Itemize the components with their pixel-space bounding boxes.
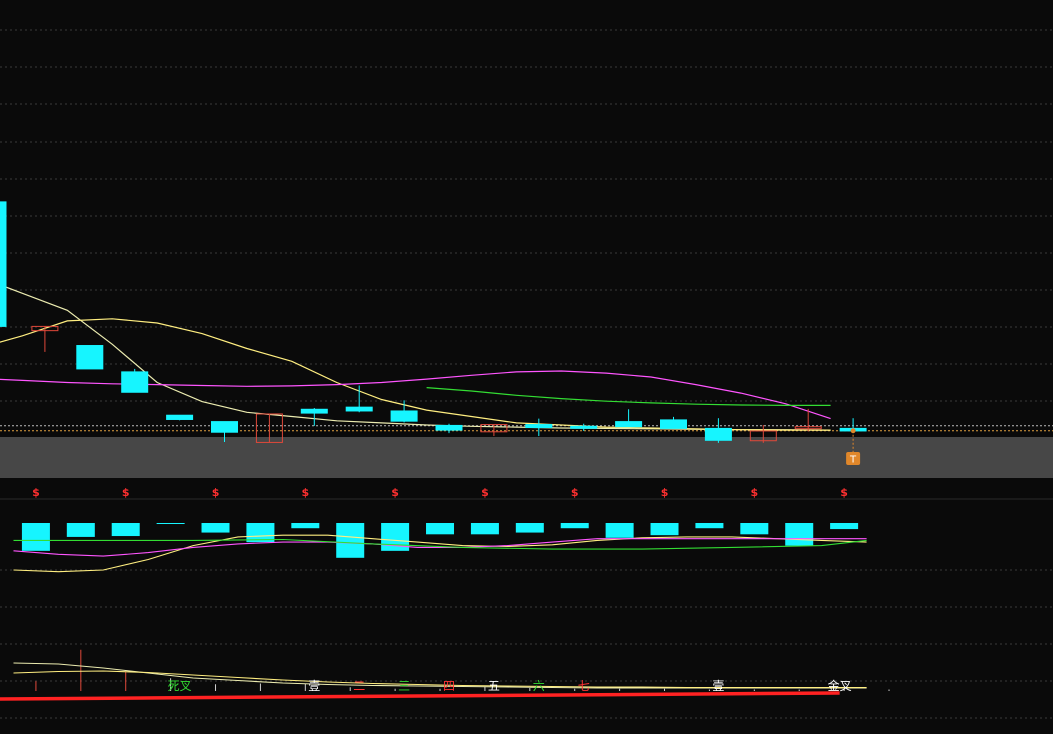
signal-label: 金叉 [828, 678, 852, 693]
stock-chart: T $ $ $ $ $ $ $ $ $ $ 死叉 壹 二 三 四 五 六 七 壹 金叉 [0, 0, 1053, 734]
candle-body [570, 425, 598, 429]
oscillator-bar [336, 523, 365, 558]
candle-body [704, 427, 732, 441]
candle-body [660, 419, 687, 429]
oscillator-bar [785, 523, 814, 546]
dollar-marker: $ [391, 486, 399, 499]
dollar-marker: $ [750, 486, 758, 499]
dollar-marker: $ [481, 486, 489, 499]
oscillator-bar [156, 523, 185, 524]
candle-body [525, 424, 553, 429]
dollar-marker: $ [122, 486, 130, 499]
oscillator-bar [830, 523, 859, 530]
signal-label: 壹 [712, 679, 724, 693]
dollar-marker: $ [212, 486, 220, 499]
oscillator-bar [515, 523, 544, 533]
oscillator-bar [291, 523, 320, 529]
oscillator-bar [650, 523, 679, 536]
dollar-marker: $ [301, 486, 309, 499]
signal-label: 四 [443, 679, 455, 693]
oscillator-bar [201, 523, 230, 533]
signal-label: 二 [353, 679, 365, 693]
oscillator-bar [740, 523, 769, 535]
dollar-marker: $ [571, 486, 579, 499]
chart-background [0, 0, 1053, 734]
dollar-marker: $ [840, 486, 848, 499]
last-price-dot [850, 428, 856, 434]
candle-body [390, 410, 418, 422]
signal-label: 壹 [308, 679, 320, 693]
oscillator-bar [21, 523, 50, 551]
candle-body [211, 421, 238, 433]
candle-body [0, 201, 7, 327]
signal-label: 七 [578, 679, 590, 693]
oscillator-bar [470, 523, 499, 535]
signal-label: 六 [533, 679, 545, 693]
signal-label: 五 [488, 679, 500, 693]
candle-body [166, 414, 194, 420]
candle-body [615, 421, 643, 428]
dollar-marker: $ [32, 486, 40, 499]
candle-body [300, 408, 328, 414]
oscillator-bar [111, 523, 140, 537]
oscillator-bar [426, 523, 455, 535]
signal-label: 死叉 [168, 679, 192, 693]
oscillator-bar [605, 523, 634, 538]
oscillator-bar [695, 523, 724, 529]
signal-label: 三 [398, 679, 410, 693]
axis-band [0, 437, 1053, 478]
badge-label: T [849, 455, 857, 466]
oscillator-bar [66, 523, 95, 537]
candle-body [121, 371, 149, 393]
candle-body [435, 424, 463, 431]
oscillator-bar [560, 523, 589, 529]
candle-body [345, 406, 373, 412]
candle-body [76, 345, 104, 370]
dollar-marker: $ [661, 486, 669, 499]
